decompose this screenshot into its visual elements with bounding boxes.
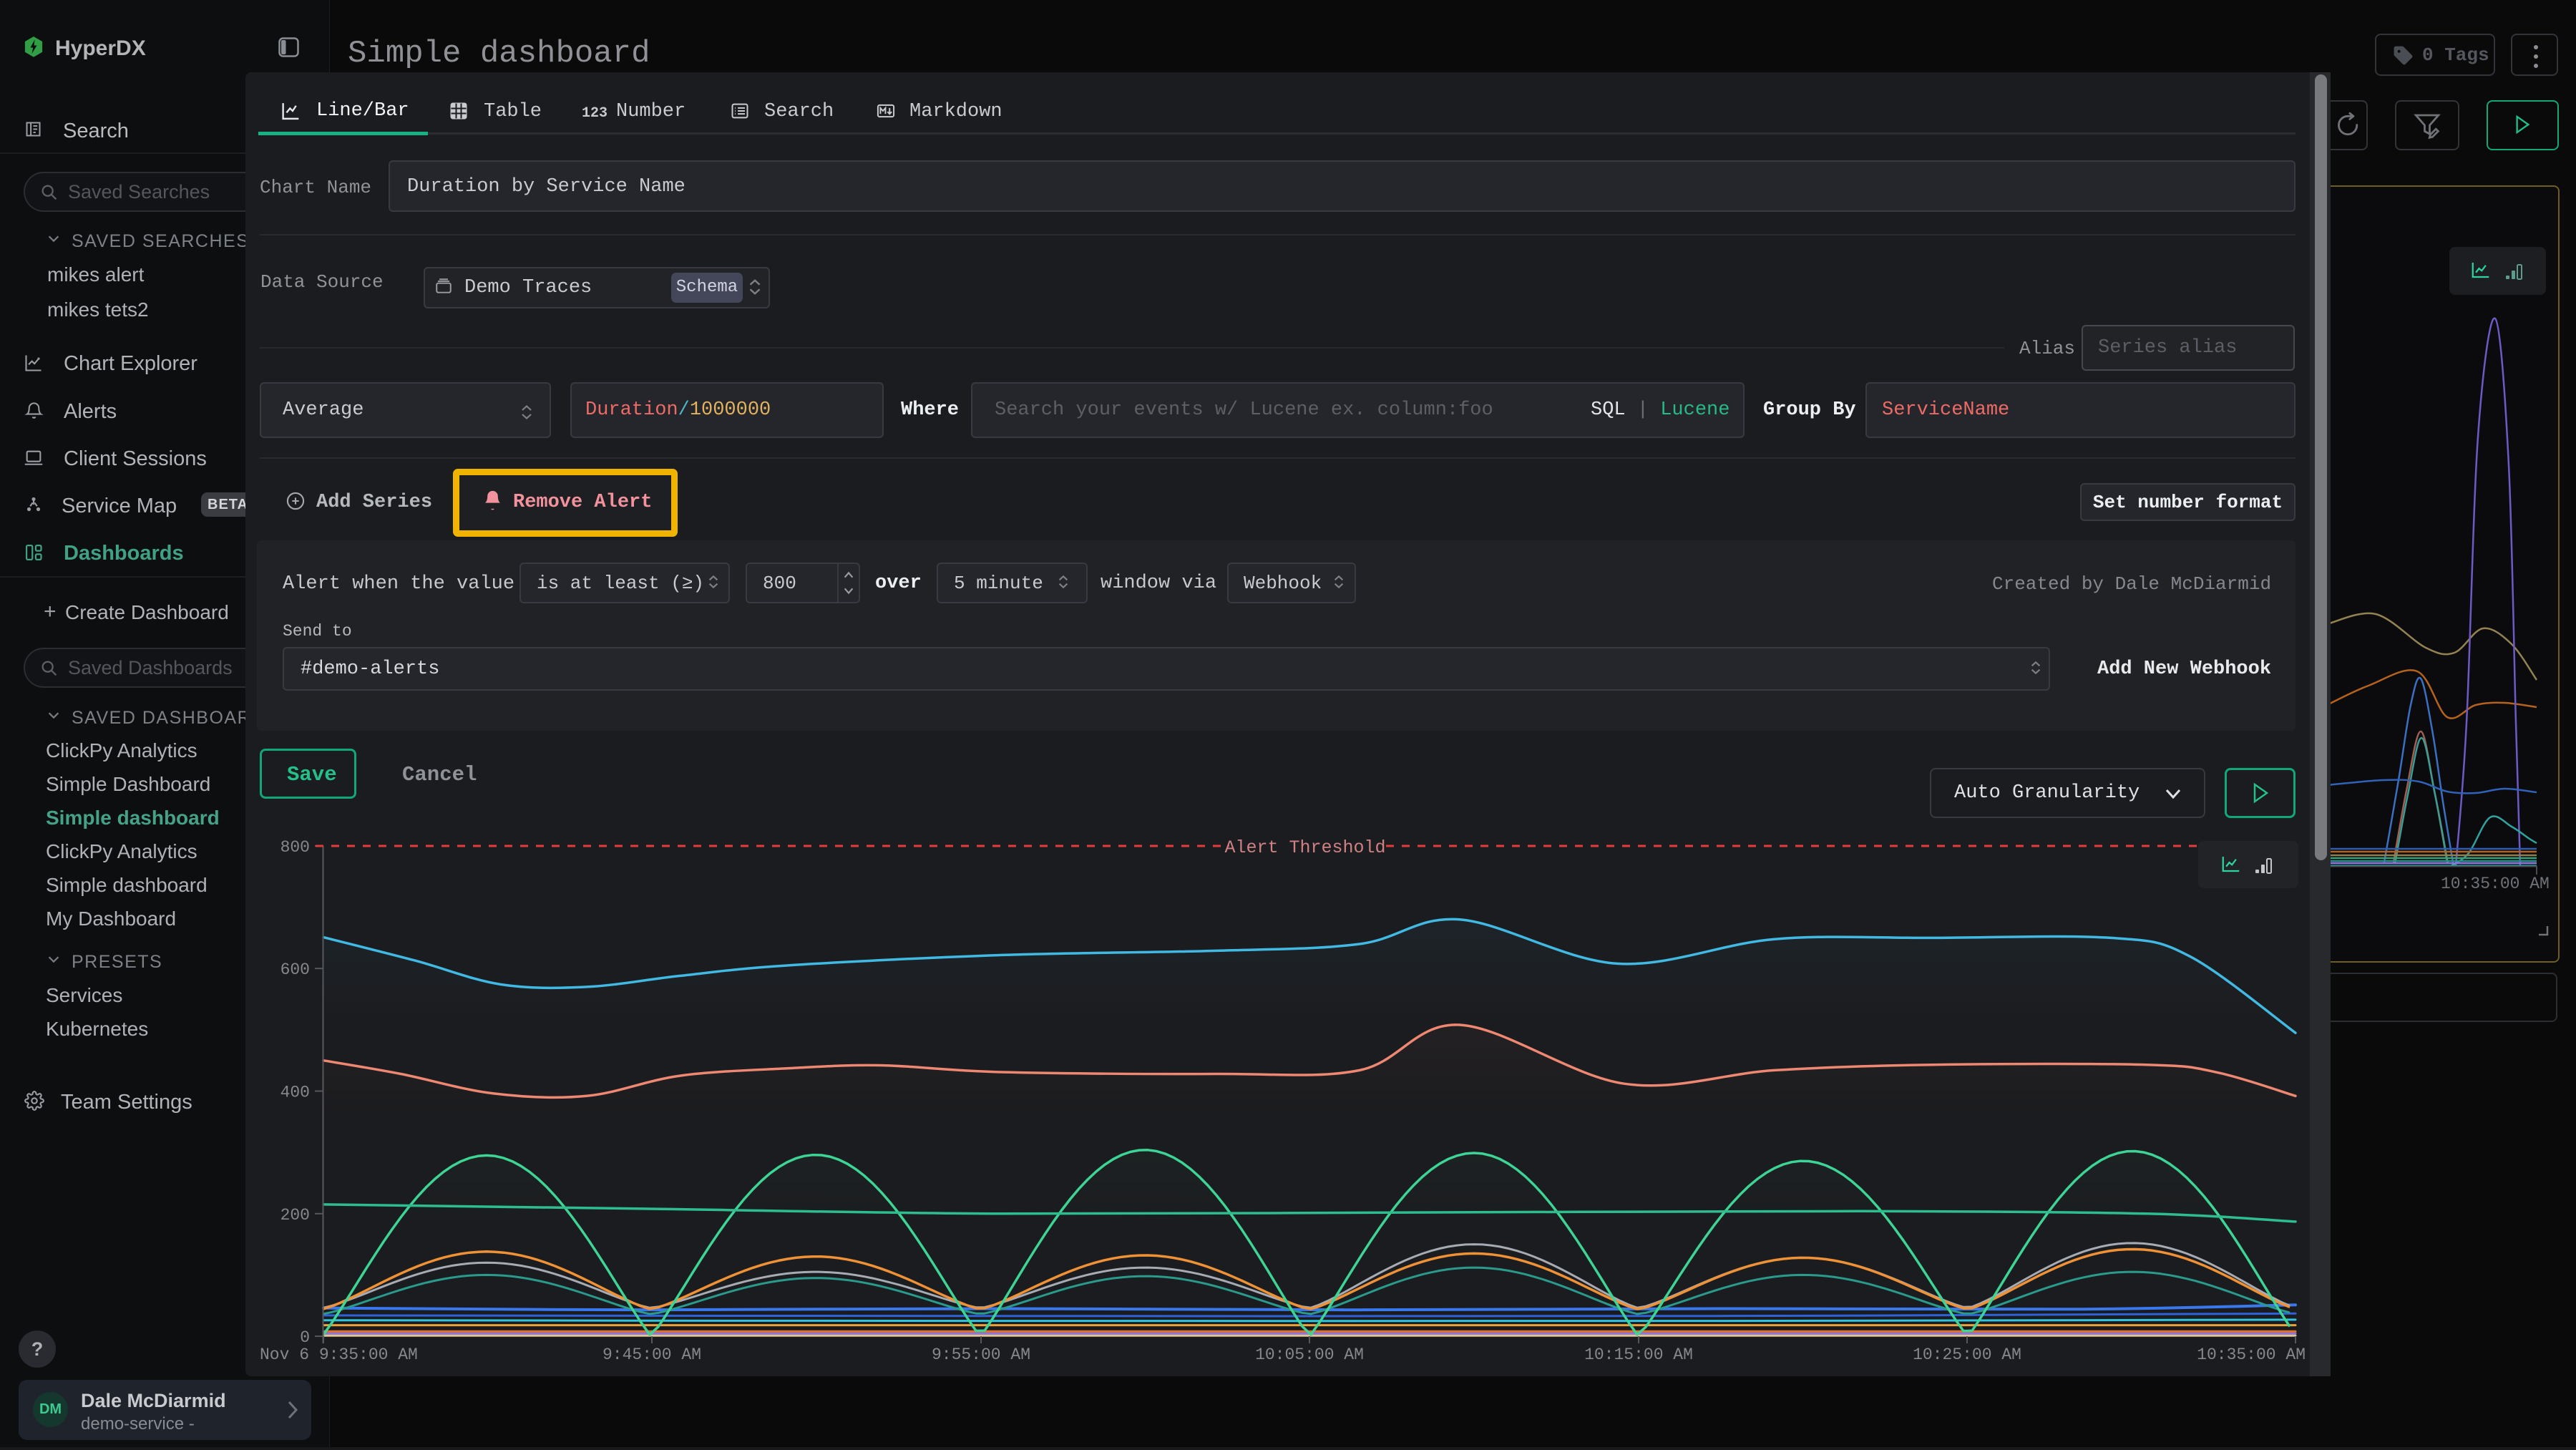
- svg-text:9:55:00 AM: 9:55:00 AM: [932, 1346, 1030, 1364]
- svg-text:9:45:00 AM: 9:45:00 AM: [602, 1346, 701, 1364]
- svg-text:10:25:00 AM: 10:25:00 AM: [1913, 1346, 2021, 1364]
- svg-text:400: 400: [280, 1084, 310, 1102]
- svg-text:10:15:00 AM: 10:15:00 AM: [1584, 1346, 1693, 1364]
- svg-text:0: 0: [300, 1328, 310, 1347]
- svg-text:10:05:00 AM: 10:05:00 AM: [1255, 1346, 1364, 1364]
- svg-text:Nov 6 9:35:00 AM: Nov 6 9:35:00 AM: [260, 1346, 418, 1364]
- svg-text:600: 600: [280, 960, 310, 979]
- svg-text:Alert Threshold: Alert Threshold: [1224, 837, 1385, 858]
- svg-text:10:35:00 AM: 10:35:00 AM: [2197, 1346, 2306, 1364]
- svg-text:800: 800: [280, 838, 310, 857]
- svg-text:200: 200: [280, 1206, 310, 1225]
